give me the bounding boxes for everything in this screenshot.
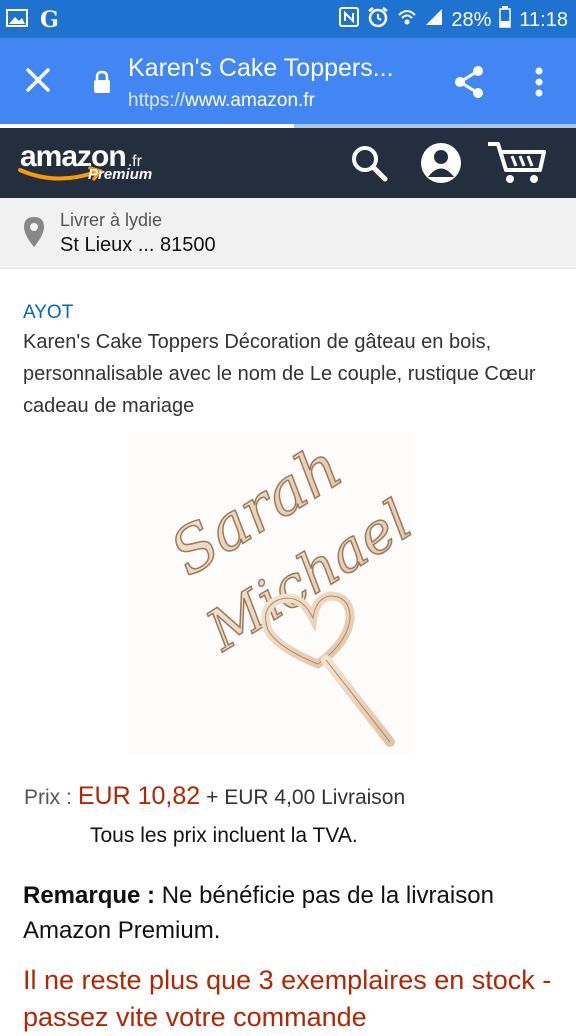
stock-warning: Il ne reste plus que 3 exemplaires en st… (23, 965, 552, 1032)
delivery-address: St Lieux ... 81500 (60, 234, 216, 256)
clock: 11:18 (519, 8, 568, 31)
search-icon (352, 146, 388, 182)
share-button[interactable] (450, 62, 490, 102)
gallery-icon (6, 8, 28, 32)
close-icon (26, 68, 50, 92)
status-bar: G 28% 11:18 (0, 0, 576, 38)
product-title: Karen's Cake Toppers Décoration de gâtea… (23, 331, 536, 417)
account-icon (421, 143, 461, 183)
page-title[interactable]: Karen's Cake Toppers... (128, 54, 428, 83)
g-app-icon: G (40, 7, 59, 33)
brand-link[interactable]: AYOT (23, 302, 73, 324)
nfc-icon (339, 7, 360, 33)
logo-premium: Premium (88, 166, 153, 183)
remark-note: Remarque : Ne bénéficie pas de la livrai… (23, 878, 553, 948)
delivery-location[interactable]: Livrer à lydie St Lieux ... 81500 (0, 198, 576, 269)
search-button[interactable] (348, 142, 390, 184)
url-scheme: https:// (128, 90, 186, 111)
cart-button[interactable] (486, 140, 548, 186)
remark-label: Remarque : (23, 882, 156, 909)
overflow-menu-button[interactable] (526, 62, 552, 102)
delivery-recipient: Livrer à lydie (60, 210, 163, 230)
close-tab-button[interactable] (18, 60, 58, 100)
vat-note: Tous les prix incluent la TVA. (90, 824, 358, 847)
browser-toolbar: Karen's Cake Toppers... https://www.amaz… (0, 38, 576, 126)
battery-percent: 28% (451, 8, 492, 31)
more-vert-icon (535, 67, 543, 97)
amazon-header: amazon .fr Premium (0, 128, 576, 198)
wifi-icon (397, 7, 417, 33)
price-label: Prix : (24, 786, 72, 809)
alarm-icon (367, 6, 389, 34)
location-pin-icon (22, 216, 46, 248)
price-row: Prix : EUR 10,82 + EUR 4,00 Livraison (24, 782, 405, 811)
signal-icon (425, 8, 443, 32)
price-value: EUR 10,82 (77, 782, 201, 810)
cake-topper-image: Sarah Michael (128, 429, 424, 754)
lock-icon (92, 70, 112, 94)
account-button[interactable] (418, 140, 464, 186)
shipping-cost: + EUR 4,00 Livraison (206, 786, 406, 809)
battery-icon (499, 6, 512, 34)
share-icon (455, 66, 483, 98)
product-image[interactable]: Sarah Michael (128, 429, 424, 754)
url-host: www.amazon.fr (185, 90, 315, 111)
cart-icon (488, 142, 546, 183)
url-text[interactable]: https://www.amazon.fr (128, 90, 315, 112)
